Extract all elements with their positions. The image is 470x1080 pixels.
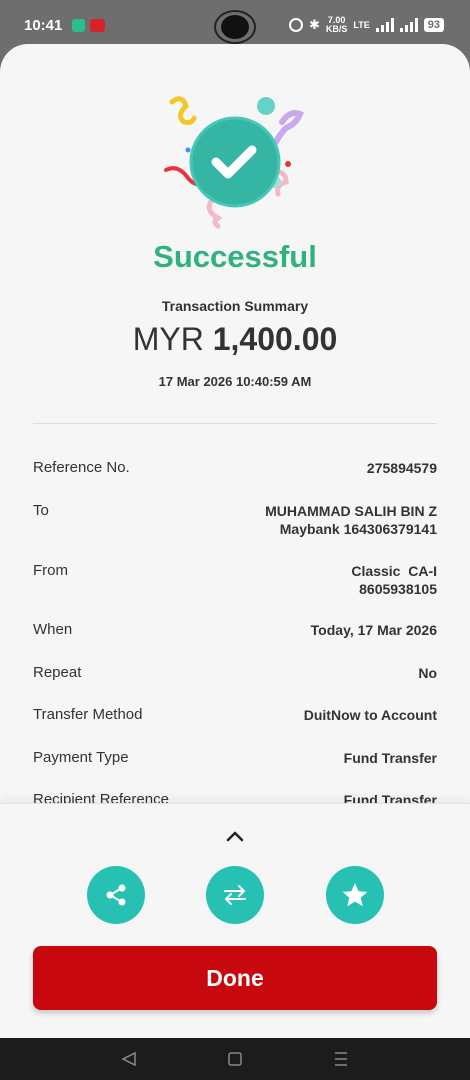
- detail-value: 275894579: [366, 460, 437, 476]
- signal-icon: [399, 18, 418, 32]
- detail-row-reference: Reference No. 275894579: [33, 459, 437, 477]
- network-speed: 7.00 KB/S: [326, 16, 348, 34]
- detail-row-repeat: Repeat No: [33, 664, 437, 682]
- recipient-account: Maybank 164306379141: [279, 521, 437, 537]
- system-navigation-bar: [0, 1038, 470, 1080]
- source-account-number: 8605938105: [359, 581, 437, 597]
- favourite-button[interactable]: [326, 866, 384, 924]
- detail-value: Fund Transfer: [343, 750, 437, 766]
- done-button[interactable]: Done: [33, 946, 437, 1010]
- front-camera: [214, 10, 256, 44]
- detail-value: No: [418, 665, 437, 681]
- detail-row-payment-type: Payment Type Fund Transfer: [33, 749, 437, 767]
- transaction-datetime: 17 Mar 2026 10:40:59 AM: [158, 374, 312, 389]
- status-bar: 10:41 ✱ 7.00 KB/S LTE 93: [0, 0, 470, 46]
- detail-label: Reference No.: [33, 459, 130, 476]
- recents-icon[interactable]: [335, 1052, 347, 1066]
- alarm-icon: [288, 18, 303, 32]
- detail-row-transfer-method: Transfer Method DuitNow to Account: [33, 706, 437, 724]
- detail-label: To: [33, 502, 49, 519]
- bluetooth-icon: ✱: [308, 17, 320, 32]
- status-icons: ✱ 7.00 KB/S LTE 93: [288, 16, 444, 34]
- summary-label: Transaction Summary: [161, 298, 309, 314]
- back-icon[interactable]: [121, 1051, 136, 1067]
- detail-value: MUHAMMAD SALIH BIN Z Maybank 16430637914…: [265, 502, 437, 538]
- nav-buttons: [121, 1051, 347, 1067]
- detail-label: Transfer Method: [33, 706, 143, 723]
- chevron-up-icon[interactable]: [226, 830, 244, 842]
- detail-value: DuitNow to Account: [303, 707, 437, 723]
- success-check-icon: [164, 96, 304, 229]
- detail-row-when: When Today, 17 Mar 2026: [33, 621, 437, 639]
- battery-icon: 93: [423, 18, 444, 32]
- detail-label: When: [33, 621, 73, 638]
- source-account-name: Classic CA-I: [351, 563, 437, 579]
- star-icon: [342, 883, 368, 907]
- status-time: 10:41: [24, 17, 63, 34]
- transaction-amount: MYR 1,400.00: [0, 321, 470, 358]
- home-icon[interactable]: [228, 1052, 242, 1066]
- detail-value: Classic CA-I 8605938105: [351, 562, 437, 598]
- network-speed-unit: KB/S: [325, 24, 348, 34]
- signal-icon: [375, 18, 394, 32]
- detail-label: From: [33, 562, 68, 579]
- detail-label: Repeat: [33, 664, 82, 681]
- amount-value: 1,400.00: [212, 321, 338, 357]
- action-sheet: Done: [0, 803, 470, 1038]
- app-notification-icon: [72, 19, 85, 32]
- divider: [33, 423, 437, 424]
- detail-label: Payment Type: [33, 749, 129, 766]
- recipient-name: MUHAMMAD SALIH BIN Z: [265, 503, 437, 519]
- detail-value: Today, 17 Mar 2026: [310, 622, 437, 638]
- receipt-card: Successful Transaction Summary MYR 1,400…: [0, 44, 470, 804]
- detail-row-to: To MUHAMMAD SALIH BIN Z Maybank 16430637…: [33, 502, 437, 538]
- share-icon: [106, 884, 126, 906]
- network-type: LTE: [353, 19, 370, 30]
- app-notification-icon: [90, 19, 105, 32]
- status-title: Successful: [153, 239, 317, 274]
- detail-row-from: From Classic CA-I 8605938105: [33, 562, 437, 598]
- share-button[interactable]: [87, 866, 145, 924]
- transfer-icon: [224, 885, 246, 905]
- amount-currency: MYR: [132, 321, 204, 357]
- transfer-again-button[interactable]: [206, 866, 264, 924]
